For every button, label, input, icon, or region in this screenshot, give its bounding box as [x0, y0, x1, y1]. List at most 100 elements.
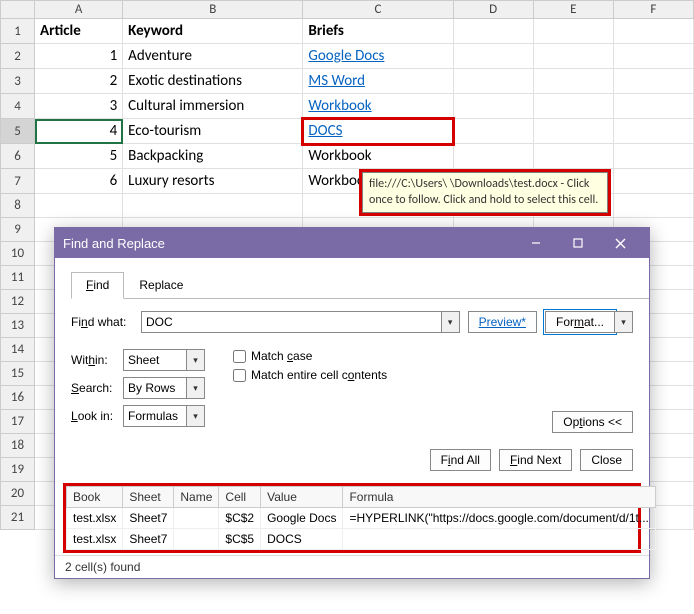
- row-header-9[interactable]: 9: [1, 218, 35, 242]
- close-dialog-button[interactable]: [599, 229, 641, 257]
- find-what-dropdown[interactable]: ▾: [442, 311, 460, 333]
- row-header-6[interactable]: 6: [1, 144, 35, 169]
- cell[interactable]: [453, 44, 533, 69]
- row-header-14[interactable]: 14: [1, 338, 35, 362]
- row-header-3[interactable]: 3: [1, 69, 35, 94]
- cell[interactable]: Workbook: [303, 144, 453, 169]
- cell[interactable]: 5: [35, 144, 123, 169]
- tab-find[interactable]: Find: [71, 272, 124, 299]
- cell[interactable]: Exotic destinations: [123, 69, 303, 94]
- row-header-19[interactable]: 19: [1, 458, 35, 482]
- row-header-21[interactable]: 21: [1, 506, 35, 530]
- row-header-1[interactable]: 1: [1, 19, 35, 44]
- match-case-checkbox[interactable]: [233, 350, 246, 363]
- cell[interactable]: [613, 119, 693, 144]
- cell[interactable]: Backpacking: [123, 144, 303, 169]
- row-header-17[interactable]: 17: [1, 410, 35, 434]
- cell[interactable]: [613, 69, 693, 94]
- cell[interactable]: Article: [35, 19, 123, 44]
- col-header-e[interactable]: E: [533, 1, 613, 19]
- cell[interactable]: [453, 144, 533, 169]
- cell[interactable]: [613, 94, 693, 119]
- preview-button[interactable]: Preview*: [468, 311, 537, 333]
- results-column-header[interactable]: Cell: [219, 487, 261, 508]
- cell[interactable]: [35, 194, 123, 218]
- results-column-header[interactable]: Name: [174, 487, 219, 508]
- search-select[interactable]: [123, 377, 187, 399]
- cell[interactable]: [533, 144, 613, 169]
- format-button[interactable]: Format...: [545, 311, 615, 333]
- cell[interactable]: [453, 119, 533, 144]
- row-header-20[interactable]: 20: [1, 482, 35, 506]
- cell[interactable]: 6: [35, 169, 123, 194]
- row-header-13[interactable]: 13: [1, 314, 35, 338]
- cell[interactable]: [453, 19, 533, 44]
- results-row[interactable]: test.xlsxSheet7$C$5DOCS: [67, 529, 656, 550]
- row-header-8[interactable]: 8: [1, 194, 35, 218]
- cell[interactable]: DOCS: [303, 119, 453, 144]
- cell[interactable]: Cultural immersion: [123, 94, 303, 119]
- cell[interactable]: Luxury resorts: [123, 169, 303, 194]
- row-header-7[interactable]: 7: [1, 169, 35, 194]
- maximize-button[interactable]: [557, 229, 599, 257]
- cell[interactable]: Eco-tourism: [123, 119, 303, 144]
- cell[interactable]: 4: [35, 119, 123, 144]
- cell[interactable]: 3: [35, 94, 123, 119]
- row-header-16[interactable]: 16: [1, 386, 35, 410]
- row-header-12[interactable]: 12: [1, 290, 35, 314]
- find-all-button[interactable]: Find All: [430, 449, 491, 471]
- cell[interactable]: [453, 94, 533, 119]
- col-header-a[interactable]: A: [35, 1, 123, 19]
- col-header-d[interactable]: D: [453, 1, 533, 19]
- find-next-button[interactable]: Find Next: [499, 449, 572, 471]
- tab-replace[interactable]: Replace: [124, 272, 198, 298]
- cell[interactable]: [613, 144, 693, 169]
- results-column-header[interactable]: Book: [67, 487, 123, 508]
- format-dropdown[interactable]: ▾: [615, 311, 633, 333]
- row-header-10[interactable]: 10: [1, 242, 35, 266]
- match-entire-checkbox[interactable]: [233, 369, 246, 382]
- cell[interactable]: Workbook: [303, 94, 453, 119]
- cell[interactable]: MS Word: [303, 69, 453, 94]
- row-header-11[interactable]: 11: [1, 266, 35, 290]
- results-table[interactable]: BookSheetNameCellValueFormula test.xlsxS…: [66, 486, 656, 550]
- row-header-5[interactable]: 5: [1, 119, 35, 144]
- cell[interactable]: [123, 194, 303, 218]
- cell[interactable]: [613, 194, 693, 218]
- within-select[interactable]: [123, 349, 187, 371]
- cell[interactable]: [533, 69, 613, 94]
- dialog-titlebar[interactable]: Find and Replace: [55, 228, 649, 258]
- within-dropdown[interactable]: ▾: [187, 349, 205, 371]
- results-column-header[interactable]: Sheet: [123, 487, 174, 508]
- close-button[interactable]: Close: [580, 449, 633, 471]
- cell[interactable]: [613, 169, 693, 194]
- cell[interactable]: [453, 69, 533, 94]
- results-column-header[interactable]: Value: [261, 487, 343, 508]
- cell[interactable]: Keyword: [123, 19, 303, 44]
- col-header-f[interactable]: F: [613, 1, 693, 19]
- cell[interactable]: 1: [35, 44, 123, 69]
- row-header-15[interactable]: 15: [1, 362, 35, 386]
- cell[interactable]: Adventure: [123, 44, 303, 69]
- find-what-input[interactable]: [141, 311, 442, 333]
- cell[interactable]: [613, 44, 693, 69]
- cell[interactable]: Briefs: [303, 19, 453, 44]
- lookin-select[interactable]: [123, 405, 187, 427]
- col-header-c[interactable]: C: [303, 1, 453, 19]
- cell[interactable]: [533, 119, 613, 144]
- search-dropdown[interactable]: ▾: [187, 377, 205, 399]
- minimize-button[interactable]: [515, 229, 557, 257]
- cell[interactable]: [533, 94, 613, 119]
- lookin-dropdown[interactable]: ▾: [187, 405, 205, 427]
- cell[interactable]: [533, 19, 613, 44]
- cell[interactable]: Google Docs: [303, 44, 453, 69]
- results-row[interactable]: test.xlsxSheet7$C$2Google Docs=HYPERLINK…: [67, 508, 656, 529]
- row-header-2[interactable]: 2: [1, 44, 35, 69]
- cell[interactable]: [613, 19, 693, 44]
- row-header-18[interactable]: 18: [1, 434, 35, 458]
- row-header-4[interactable]: 4: [1, 94, 35, 119]
- cell[interactable]: 2: [35, 69, 123, 94]
- results-column-header[interactable]: Formula: [343, 487, 655, 508]
- cell[interactable]: [533, 44, 613, 69]
- options-button[interactable]: Options <<: [552, 411, 633, 433]
